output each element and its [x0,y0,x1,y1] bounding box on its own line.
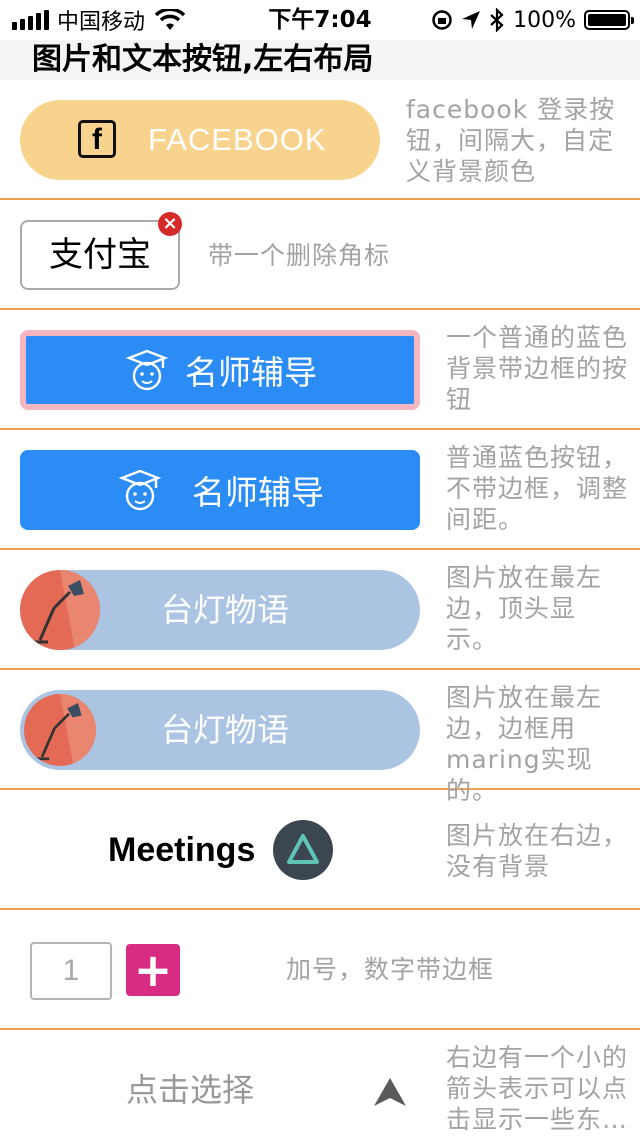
teacher-button-label: 名师辅导 [192,473,324,512]
facebook-button-label: FACEBOOK [148,122,327,157]
plus-button[interactable]: + [126,944,180,996]
facebook-icon: f [78,120,116,158]
row-description: 加号，数字带边框 [286,955,495,984]
status-bar: 中国移动 下午7:04 100% [0,0,640,40]
row-description: 图片放在最左边，边框用maring实现的。 [446,683,603,805]
quantity-field[interactable]: 1 [30,942,112,1000]
lamp-button[interactable]: 台灯物语 [20,570,420,650]
teacher-button[interactable]: 名师辅导 [20,450,420,530]
graduate-icon [118,469,162,511]
delete-badge-icon[interactable]: × [158,212,182,236]
list-row-alipay: 支付宝 × 带一个删除角标 [0,200,640,310]
row-description: facebook 登录按钮，间隔大，自定义背景颜色 [406,95,616,186]
location-icon [462,11,481,29]
lamp-button-margin[interactable]: 台灯物语 [20,690,420,770]
list-row-meetings: Meetings 图片放在右边，没有背景 [0,790,640,910]
row-description: 带一个删除角标 [208,241,391,270]
list-row-lamp: 台灯物语 图片放在最左边，顶头显示。 [0,550,640,670]
graduate-icon [125,349,169,391]
facebook-button[interactable]: f FACEBOOK [20,100,380,180]
rotation-lock-icon [432,10,452,30]
meetings-button[interactable]: Meetings [108,830,255,870]
row-description: 图片放在右边，没有背景 [446,821,629,881]
row-description: 一个普通的蓝色背景带边框的按钮 [446,323,629,414]
row-description: 普通蓝色按钮，不带边框，调整间距。 [446,443,629,534]
list-row-facebook: f FACEBOOK facebook 登录按钮，间隔大，自定义背景颜色 [0,80,640,200]
status-right: 100% [431,6,634,34]
bluetooth-icon [490,8,504,32]
battery-fill [588,14,626,26]
list-row-blue-bordered: 名师辅导 一个普通的蓝色背景带边框的按钮 [0,310,640,430]
page-title: 图片和文本按钮,左右布局 [32,42,374,77]
lamp-button-label: 台灯物语 [160,591,289,629]
list-row-blue-plain: 名师辅导 普通蓝色按钮，不带边框，调整间距。 [0,430,640,550]
meetings-triangle-icon[interactable] [273,820,333,880]
arrow-up-icon[interactable] [372,1076,408,1108]
alipay-button[interactable]: 支付宝 [20,220,180,290]
choose-button[interactable]: 点击选择 [126,1070,254,1110]
row-description: 图片放在最左边，顶头显示。 [446,563,603,654]
row-description: 右边有一个小的箭头表示可以点击显示一些东… [446,1043,629,1134]
list-row-lamp-margin: 台灯物语 图片放在最左边，边框用maring实现的。 [0,670,640,805]
teacher-button-label: 名师辅导 [185,353,317,392]
teacher-button-bordered[interactable]: 名师辅导 [20,330,420,410]
list-row-choose: 点击选择 右边有一个小的箭头表示可以点击显示一些东… [0,1030,640,1136]
list-row-stepper: 1 + 加号，数字带边框 [0,910,640,1030]
battery-percent: 100% [513,7,576,33]
lamp-button-label: 台灯物语 [160,711,289,749]
nav-bar: 图片和文本按钮,左右布局 [0,40,640,80]
battery-icon [584,10,634,30]
